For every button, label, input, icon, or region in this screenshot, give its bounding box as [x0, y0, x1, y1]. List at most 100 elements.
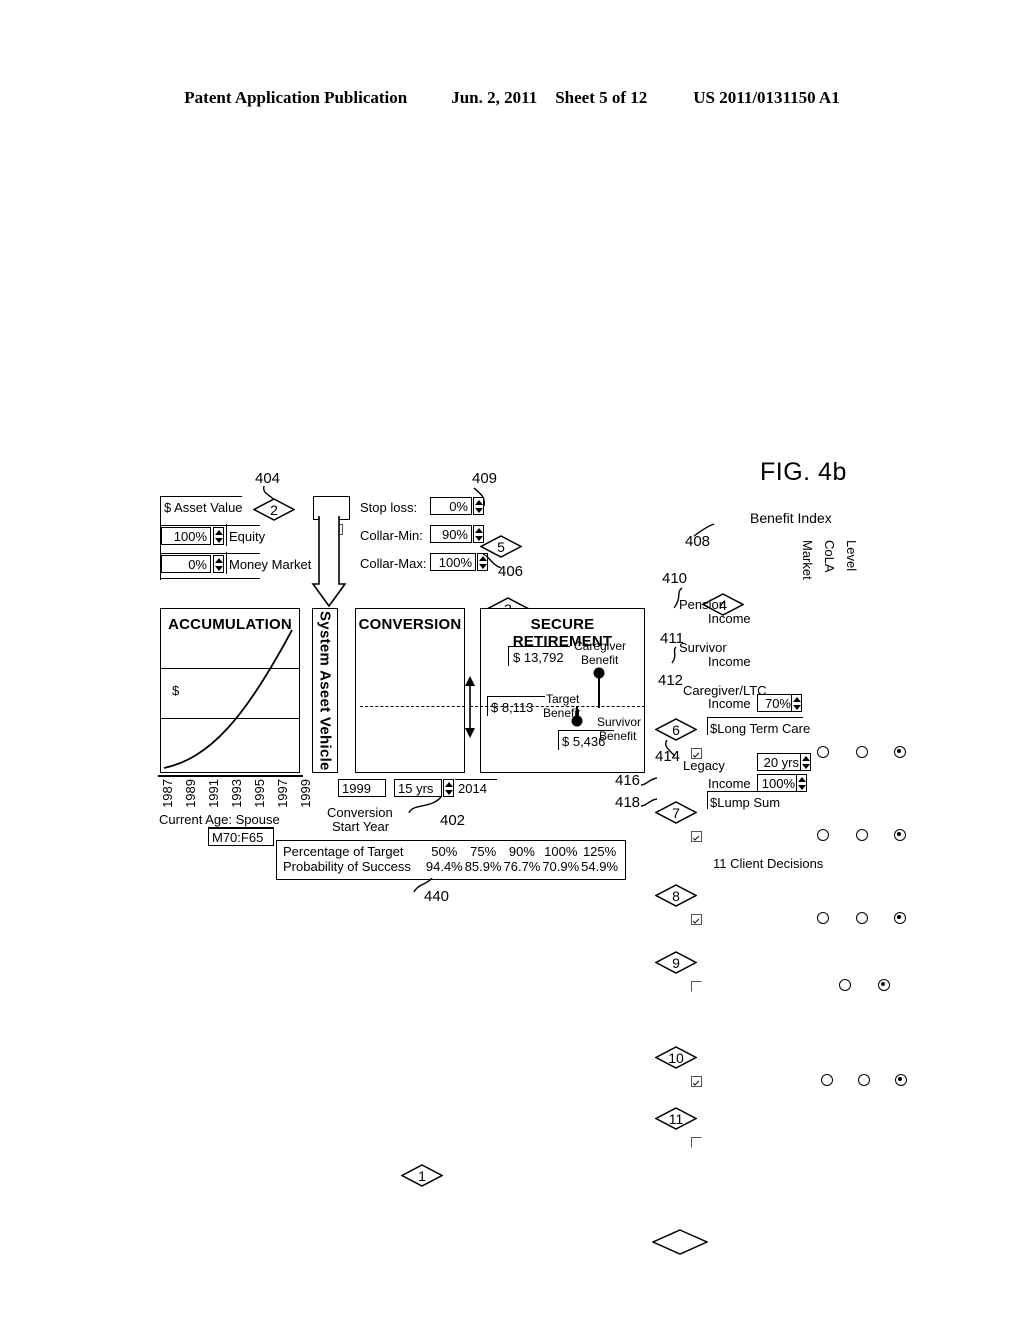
diamond-1[interactable]: 1 [401, 1164, 443, 1187]
caregiver-benefit-label-1: Caregiver [574, 639, 627, 653]
collar-max-field[interactable]: 100% [430, 553, 476, 571]
legacy-term-stepper[interactable] [800, 753, 811, 771]
header-publication: Patent Application Publication [184, 88, 408, 107]
survivor-benefit-label-2: Benefit [599, 729, 637, 743]
equity-label: Equity [229, 529, 266, 544]
asset-panel-top-rule [160, 496, 242, 497]
table-cell: 125% [582, 844, 617, 859]
ltc-field-left-rule [707, 717, 708, 735]
caregiver-value-top-rule [508, 646, 570, 647]
system-asset-vehicle-title: System Aseet Vehicle [316, 610, 334, 771]
diamond-11[interactable]: 11 [655, 1107, 697, 1130]
conversion-box: CONVERSION [355, 608, 465, 773]
table-cell: 100% [544, 844, 578, 859]
ltc-label: $Long Term Care [710, 721, 811, 736]
caregiver-income-stepper[interactable] [791, 694, 802, 712]
lump-sum-checkbox[interactable] [691, 1137, 702, 1148]
year-label: 1997 [275, 779, 290, 808]
diamond-11-number: 11 [668, 1110, 684, 1127]
table-cell: 75% [470, 844, 497, 859]
table-cell: 76.7% [503, 859, 541, 874]
group-label-pension: Pension [679, 597, 726, 612]
ref-440: 440 [424, 888, 450, 905]
survivor-income-label: Income [708, 654, 751, 669]
row-label-percentage-of-target: Percentage of Target [283, 844, 404, 859]
survivor-marker [571, 706, 583, 727]
caregiver-income-percent-field[interactable]: 70% [757, 694, 795, 712]
survivor-benefit-label-1: Survivor [597, 715, 642, 729]
pension-radio-level[interactable] [894, 746, 907, 758]
survivor-income-checkbox[interactable] [691, 831, 702, 842]
table-cell: 85.9% [464, 859, 502, 874]
conversion-start-year-field[interactable]: 1999 [338, 779, 386, 797]
column-header-cola: CoLA [822, 540, 837, 573]
group-label-survivor: Survivor [679, 640, 727, 655]
diamond-8[interactable]: 8 [655, 884, 697, 907]
table-cell: 94.4% [425, 859, 463, 874]
survivor-radio-market[interactable] [817, 829, 830, 841]
ltc-radio-level[interactable] [877, 979, 890, 991]
ref-412: 412 [658, 672, 684, 689]
legacy-income-checkbox[interactable] [691, 1076, 702, 1087]
header-sheet: Sheet 5 of 12 [555, 88, 648, 107]
caregiver-benefit-value: $ 13,792 [513, 650, 564, 665]
conversion-start-label-2: Start Year [332, 819, 390, 834]
target-value-top-rule [487, 696, 545, 697]
collar-min-field[interactable]: 90% [430, 525, 472, 543]
year-label: 1991 [206, 779, 221, 808]
diamond-2-number: 2 [270, 501, 278, 518]
legend-text: 11 Client Decisions [713, 856, 824, 871]
asset-panel-bottom-rule [160, 578, 260, 579]
benefit-index-title: Benefit Index [750, 510, 832, 526]
year-label: 1993 [229, 779, 244, 808]
pension-radio-market[interactable] [817, 746, 830, 758]
diamond-9[interactable]: 9 [655, 951, 697, 974]
legacy-radio-cola[interactable] [857, 1074, 870, 1086]
pension-radio-cola[interactable] [855, 746, 868, 758]
equity-row-rule [160, 525, 260, 526]
survivor-radio-level[interactable] [894, 829, 907, 841]
flow-arrow-down-icon [311, 516, 347, 608]
caregiver-radio-level[interactable] [894, 912, 907, 924]
caregiver-value-left-rule [508, 646, 509, 666]
ref-410: 410 [662, 570, 688, 587]
legacy-income-percent-field[interactable]: 100% [757, 774, 799, 792]
diamond-10-number: 10 [668, 1049, 684, 1066]
equity-stepper[interactable] [213, 527, 224, 545]
legacy-radio-level[interactable] [895, 1074, 908, 1086]
ref-402: 402 [440, 812, 466, 829]
caregiver-radio-cola[interactable] [855, 912, 868, 924]
equity-percent-field[interactable]: 100% [161, 527, 211, 545]
conversion-end-year-field[interactable]: 2014 [455, 779, 497, 797]
legacy-income-stepper[interactable] [796, 774, 807, 792]
stop-loss-field[interactable]: 0% [430, 497, 472, 515]
table-cell: 70.9% [542, 859, 580, 874]
page-header: Patent Application Publication Jun. 2, 20… [0, 88, 1024, 108]
year-labels: 1987 1989 1991 1993 1995 1997 1999 [160, 779, 313, 808]
mm-label-rule [226, 552, 227, 574]
current-age-value-field[interactable]: M70:F65 [208, 828, 274, 846]
legacy-term-field[interactable]: 20 yrs [757, 753, 803, 771]
stop-loss-label: Stop loss: [360, 500, 418, 515]
diamond-10[interactable]: 10 [655, 1046, 697, 1069]
ltc-checkbox[interactable] [691, 981, 702, 992]
table-cell: 54.9% [581, 859, 619, 874]
diamond-1-number: 1 [418, 1167, 426, 1184]
header-date: Jun. 2, 2011 [451, 88, 538, 107]
conversion-title: CONVERSION [358, 616, 462, 633]
collar-min-stepper[interactable] [473, 525, 484, 543]
legacy-radio-market[interactable] [821, 1074, 834, 1086]
money-market-stepper[interactable] [213, 555, 224, 573]
stop-loss-stepper[interactable] [473, 497, 484, 515]
caregiver-radio-market[interactable] [817, 912, 830, 924]
caregiver-income-checkbox[interactable] [691, 914, 702, 925]
probability-table: Percentage of Target 50% 75% 90% 100% 12… [276, 840, 626, 880]
money-market-percent-field[interactable]: 0% [161, 555, 211, 573]
conversion-start-label-1: Conversion [327, 805, 393, 820]
survivor-radio-cola[interactable] [855, 829, 868, 841]
current-age-label: Current Age: Spouse [159, 812, 280, 827]
year-label: 1999 [298, 779, 313, 808]
diamond-2[interactable]: 2 [253, 498, 295, 521]
ref-414: 414 [655, 748, 681, 765]
ltc-radio-cola[interactable] [839, 979, 852, 991]
